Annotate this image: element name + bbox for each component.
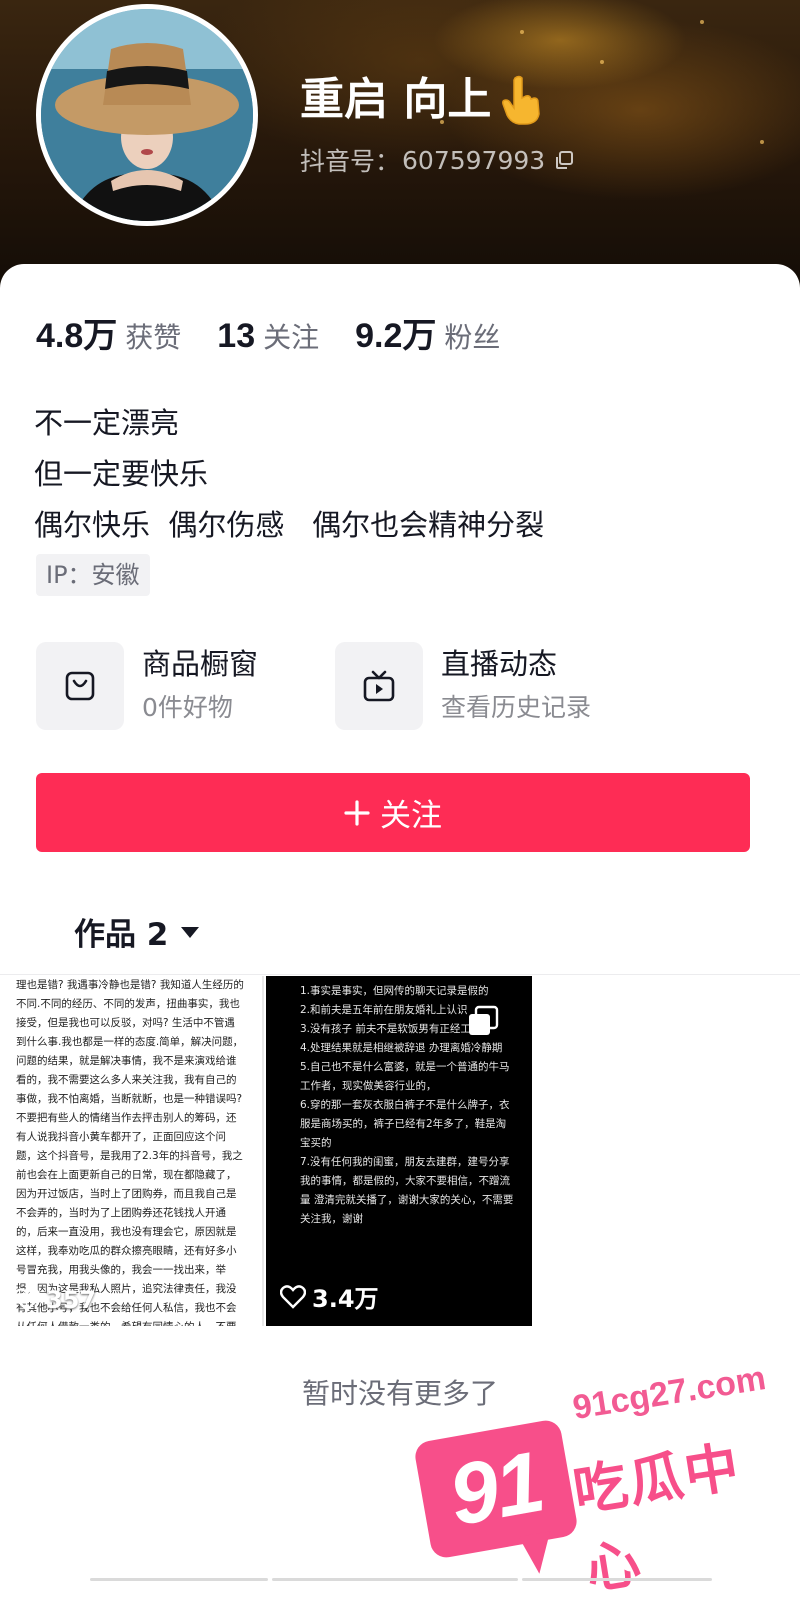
heart-icon: [280, 1284, 306, 1309]
bio-line: 不一定漂亮: [34, 406, 180, 440]
video-thumbnail[interactable]: 理也是错? 我遇事冷静也是错? 我知道人生经历的不同.不同的经历、不同的发声，扭…: [0, 976, 264, 1326]
stat-followers[interactable]: 9.2万 粉丝: [355, 308, 500, 357]
stat-label: 关注: [263, 321, 320, 354]
caret-down-icon: [181, 926, 200, 938]
account-label: 抖音号：: [300, 147, 401, 176]
light-dot: [600, 60, 604, 64]
video-likes: 3.4万: [280, 1279, 379, 1314]
bottom-edge: [90, 1578, 268, 1581]
account-id-row: 抖音号： 607597993: [300, 142, 575, 178]
watermark-number: 91: [442, 1433, 550, 1544]
profile-header: 重启 向上 抖音号： 607597993: [0, 0, 800, 300]
live-history-subtitle: 查看历史记录: [441, 693, 592, 722]
avatar-photo: [41, 9, 253, 221]
video-thumbnail[interactable]: 1.事实是事实，但网传的聊天记录是假的 2.和前夫是五年前在朋友婚礼上认识 3.…: [266, 976, 532, 1326]
stat-value: 9.2万: [355, 317, 437, 355]
shop-icon-box: [36, 642, 124, 730]
heart-icon: [14, 1288, 40, 1312]
light-dot: [700, 20, 704, 24]
stat-label: 获赞: [125, 321, 182, 354]
copy-icon[interactable]: [553, 149, 575, 171]
stat-value: 13: [217, 317, 256, 355]
tv-icon: [363, 670, 395, 702]
plus-icon: [344, 799, 370, 826]
tab-works[interactable]: 作品 2: [74, 909, 200, 954]
live-history-title: 直播动态: [441, 647, 558, 681]
works-tab-label: 作品 2: [74, 917, 169, 953]
profile-name-text: 重启 向上: [300, 74, 492, 125]
stat-label: 粉丝: [444, 321, 501, 354]
follow-button-label: 关注: [380, 798, 442, 834]
bio-line: 但一定要快乐: [34, 457, 209, 491]
stat-value: 4.8万: [36, 317, 118, 355]
shop-window-title: 商品橱窗: [142, 647, 259, 681]
watermark-text: 吃瓜中心: [569, 1434, 745, 1602]
light-dot: [520, 30, 524, 34]
live-history-entry[interactable]: 直播动态 查看历史记录: [335, 642, 591, 730]
ip-location-tag: IP：安徽: [36, 554, 150, 596]
multi-image-icon: [469, 1005, 499, 1035]
avatar[interactable]: [36, 4, 258, 226]
tab-divider: [0, 974, 800, 975]
shop-window-entry[interactable]: 商品橱窗 0件好物: [36, 642, 258, 730]
watermark-logo: 91: [412, 1418, 580, 1574]
video-likes: 357: [14, 1286, 96, 1314]
stats-row: 4.8万 获赞 13 关注 9.2万 粉丝: [36, 308, 536, 357]
light-dot: [760, 140, 764, 144]
follow-button[interactable]: 关注: [36, 773, 750, 852]
bottom-edge: [522, 1578, 712, 1581]
shop-window-subtitle: 0件好物: [142, 693, 233, 722]
video-cover-text: 理也是错? 我遇事冷静也是错? 我知道人生经历的不同.不同的经历、不同的发声，扭…: [16, 979, 244, 1326]
profile-name: 重启 向上: [300, 70, 575, 130]
bio: 不一定漂亮 但一定要快乐 偶尔快乐 偶尔伤感 偶尔也会精神分裂: [34, 398, 544, 551]
stat-likes: 4.8万 获赞: [36, 308, 181, 357]
video-likes-count: 3.4万: [312, 1285, 379, 1313]
account-id: 607597993: [402, 145, 546, 175]
bottom-edge: [272, 1578, 518, 1581]
shopping-bag-icon: [65, 671, 95, 701]
video-likes-count: 357: [46, 1286, 97, 1314]
bio-line: 偶尔快乐 偶尔伤感 偶尔也会精神分裂: [34, 508, 545, 542]
stat-following[interactable]: 13 关注: [217, 316, 319, 356]
pointing-hand-icon: [502, 75, 541, 125]
live-icon-box: [335, 642, 423, 730]
